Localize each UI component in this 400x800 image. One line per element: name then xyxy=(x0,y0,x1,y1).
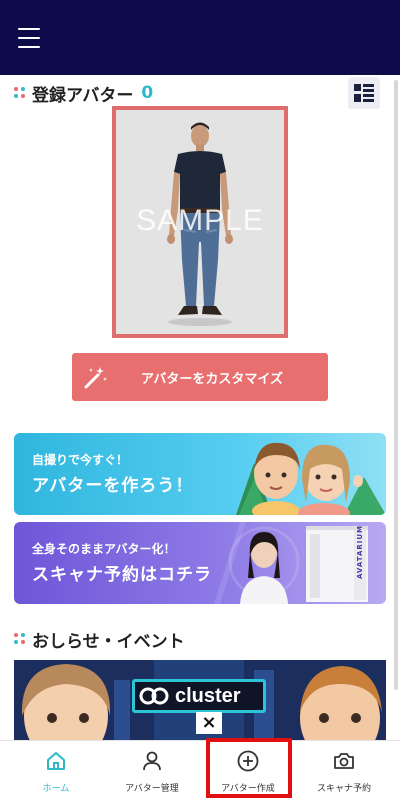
create-avatar-banner-title: アバターを作ろう！ xyxy=(32,476,194,496)
news-events-heading: おしらせ・イベント xyxy=(14,627,185,652)
scanner-banner-subtitle: 全身そのままアバター化！ xyxy=(32,542,176,556)
nav-label-scanner-reservation: スキャナ予約 xyxy=(316,784,371,794)
list-view-icon xyxy=(354,84,374,102)
hamburger-menu-icon[interactable] xyxy=(18,28,40,48)
collab-cross-mark: × xyxy=(196,712,222,734)
registered-avatars-count: 0 xyxy=(141,83,154,103)
news-events-title: おしらせ・イベント xyxy=(32,631,185,652)
section-dots-icon xyxy=(14,633,26,645)
registered-avatars-heading: 登録アバター 0 xyxy=(14,81,154,106)
bottom-navigation: ホーム アバター管理 アバター作成 スキャナ予約 xyxy=(0,740,400,800)
customize-avatar-label: アバターをカスタマイズ xyxy=(140,371,284,387)
nav-label-avatar-management: アバター管理 xyxy=(125,784,179,794)
avatar-sample-card[interactable]: SAMPLE xyxy=(112,106,288,338)
registered-avatars-title: 登録アバター xyxy=(32,85,134,106)
camera-icon xyxy=(334,753,354,769)
cluster-logo-badge: cluster xyxy=(132,679,266,713)
cluster-logo-icon xyxy=(139,687,169,705)
home-icon xyxy=(47,752,65,770)
top-app-bar xyxy=(0,0,400,75)
cluster-brand-text: cluster xyxy=(175,684,241,707)
nav-item-scanner-reservation[interactable]: スキャナ予約 xyxy=(294,741,394,800)
nav-item-avatar-create[interactable]: アバター作成 xyxy=(198,741,298,800)
section-dots-icon xyxy=(14,87,26,99)
person-icon xyxy=(143,751,161,771)
nav-item-home[interactable]: ホーム xyxy=(6,741,106,800)
main-content: 登録アバター 0 SAMPLE アバターをカスタマイズ 自撮りで今すぐ！ アバタ… xyxy=(0,75,400,740)
scrollbar[interactable] xyxy=(394,80,398,690)
create-avatar-banner[interactable]: 自撮りで今すぐ！ アバターを作ろう！ xyxy=(14,433,386,515)
scanner-banner-title: スキャナ予約はコチラ xyxy=(32,565,212,585)
scanner-reservation-banner[interactable]: AVATARIUM 全身そのままアバター化！ スキャナ予約はコチラ xyxy=(14,522,386,604)
nav-label-avatar-create: アバター作成 xyxy=(221,784,275,794)
list-view-toggle-button[interactable] xyxy=(348,77,380,109)
create-avatar-banner-subtitle: 自撮りで今すぐ！ xyxy=(32,453,129,467)
event-banner[interactable]: cluster × xyxy=(14,660,386,740)
scanner-booth-label: AVATARIUM xyxy=(356,524,364,580)
plus-circle-icon xyxy=(237,750,259,772)
nav-label-home: ホーム xyxy=(42,784,70,794)
sample-watermark: SAMPLE xyxy=(136,204,264,237)
nav-item-avatar-management[interactable]: アバター管理 xyxy=(102,741,202,800)
customize-avatar-button[interactable]: アバターをカスタマイズ xyxy=(72,353,328,401)
magic-wand-icon xyxy=(84,367,107,389)
